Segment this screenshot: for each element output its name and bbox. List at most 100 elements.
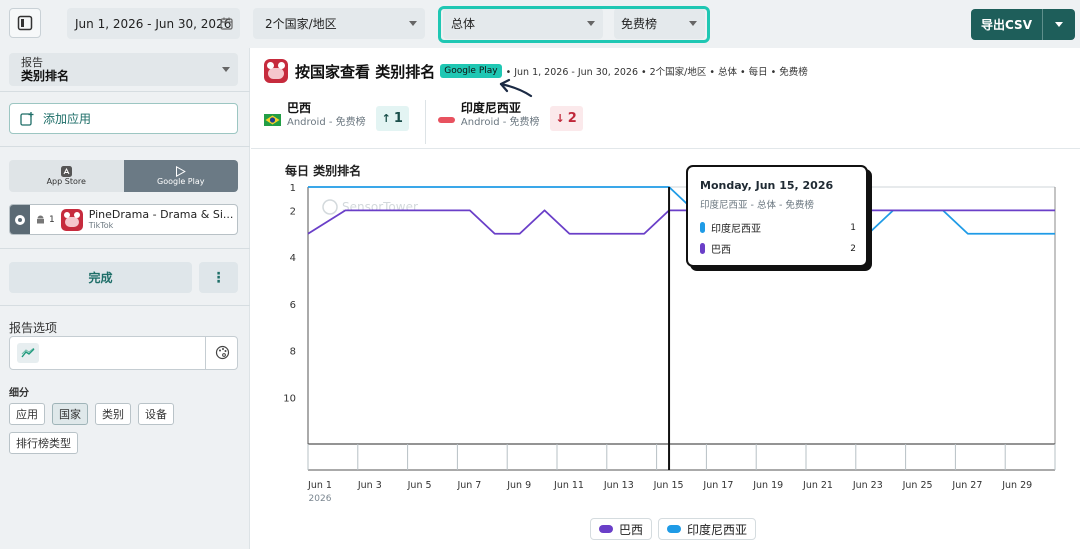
tooltip-subtitle: 印度尼西亚 - 总体 - 免费榜: [700, 200, 814, 211]
country-select-label: 2个国家/地区: [265, 17, 337, 31]
more-options-button[interactable]: ⋮: [199, 262, 238, 293]
x-tick-label: Jun 17: [702, 480, 733, 491]
country-summary-brazil[interactable]: 巴西 Android - 免费榜 ↑ 1: [264, 100, 425, 144]
tooltip-series-name: 巴西: [711, 245, 731, 256]
toggle-sidebar-button[interactable]: [9, 8, 41, 38]
sidebar-icon: [17, 15, 33, 31]
chevron-down-icon: [1055, 22, 1063, 27]
chart-container: 每日 类别排名 1 2 4 6 8 10 Jun 1 Jun 3 Jun 5 Jun 7 Jun 9 J…: [251, 149, 1080, 549]
rank-line-chart[interactable]: 每日 类别排名 1 2 4 6 8 10 Jun 1 Jun 3 Jun 5 Jun 7 Jun 9 J…: [251, 149, 1080, 509]
indonesia-flag-icon: [437, 117, 455, 123]
x-tick-label: Jun 3: [357, 480, 382, 491]
main-panel: 按国家查看 类别排名 Google Play • Jun 1, 2026 - J…: [251, 48, 1080, 549]
x-tick-label: Jun 27: [951, 480, 982, 491]
app-store-icon: [60, 166, 72, 177]
google-play-icon: [176, 166, 187, 177]
trend-line-button[interactable]: [17, 343, 39, 363]
series-line-brazil[interactable]: [307, 209, 1055, 235]
tab-google-play-label: Google Play: [157, 177, 205, 186]
app-icon: [60, 208, 83, 231]
add-app-button[interactable]: 添加应用: [9, 103, 238, 134]
chip-app[interactable]: 应用: [9, 403, 45, 425]
country-name: 印度尼西亚: [460, 101, 521, 115]
tab-app-store[interactable]: App Store: [9, 160, 124, 192]
divider: [0, 146, 250, 147]
divider: [205, 337, 206, 369]
brazil-flag-icon: [264, 114, 281, 126]
country-select[interactable]: 2个国家/地区: [253, 8, 425, 39]
page-title: 按国家查看 类别排名: [295, 62, 436, 81]
chip-category[interactable]: 类别: [95, 403, 131, 425]
report-select[interactable]: 报告 类别排名: [9, 53, 238, 86]
x-tick-label: Jun 13: [603, 480, 634, 491]
chart-legend: 巴西 印度尼西亚: [590, 518, 757, 540]
tooltip-series-value: 1: [850, 222, 856, 233]
y-tick-label: 1: [290, 183, 296, 194]
date-range-label: Jun 1, 2026 - Jun 30, 2026: [75, 16, 232, 31]
series-swatch: [700, 222, 705, 233]
calendar-icon: [220, 17, 233, 30]
tooltip-series-value: 2: [850, 243, 856, 254]
date-range-picker[interactable]: Jun 1, 2026 - Jun 30, 2026: [67, 8, 240, 39]
y-tick-label: 10: [283, 393, 296, 404]
top-toolbar: Jun 1, 2026 - Jun 30, 2026 2个国家/地区 总体 免费…: [0, 0, 1080, 48]
chart-title: 每日 类别排名: [285, 163, 361, 178]
y-tick-label: 4: [290, 253, 296, 264]
legend-label: 巴西: [619, 522, 644, 537]
country-name: 巴西: [287, 101, 312, 115]
legend-label: 印度尼西亚: [687, 522, 748, 537]
tooltip-row: 印度尼西亚 1: [700, 220, 856, 235]
tab-google-play[interactable]: Google Play: [123, 160, 238, 192]
export-dropdown-button[interactable]: [1043, 22, 1075, 27]
series-swatch: [667, 525, 682, 533]
chip-device[interactable]: 设备: [138, 403, 174, 425]
x-tick-label: Jun 19: [752, 480, 783, 491]
report-select-value: 类别排名: [21, 69, 70, 83]
app-radio[interactable]: [10, 205, 30, 234]
palette-button[interactable]: [215, 345, 230, 364]
arrow-down-icon: ↓: [555, 112, 565, 125]
legend-item-brazil[interactable]: 巴西: [590, 518, 653, 540]
segment-title: 细分: [9, 388, 29, 399]
x-tick-label: Jun 15: [653, 480, 684, 491]
add-app-label: 添加应用: [43, 112, 92, 126]
x-tick-year-label: 2026: [309, 494, 332, 504]
highlight-annotation-box: [438, 6, 710, 43]
country-summary-indonesia[interactable]: 印度尼西亚 Android - 免费榜 ↓ 2: [437, 100, 599, 144]
x-tick-label: Jun 1: [307, 480, 332, 491]
divider: [424, 100, 426, 144]
report-options-title: 报告选项: [9, 321, 58, 335]
chip-country[interactable]: 国家: [52, 403, 88, 425]
watermark-logo: [322, 199, 338, 215]
x-tick-label: Jun 11: [553, 480, 584, 491]
trend-line-icon: [21, 348, 35, 358]
tooltip-row: 巴西 2: [700, 241, 856, 256]
x-tick-label: Jun 9: [506, 480, 531, 491]
x-tick-label: Jun 5: [407, 480, 432, 491]
chip-chart-type[interactable]: 排行榜类型: [9, 432, 78, 454]
country-summary: 巴西 Android - 免费榜 ↑ 1 印度尼西亚 Android - 免费榜…: [264, 100, 599, 144]
export-csv-button[interactable]: 导出CSV: [971, 9, 1075, 40]
tooltip-date: Monday, Jun 15, 2026: [700, 179, 834, 192]
divider: [0, 248, 250, 249]
add-app-icon: [20, 111, 34, 126]
watermark-text: SensorTower: [342, 200, 418, 214]
legend-item-indonesia[interactable]: 印度尼西亚: [658, 518, 757, 540]
export-csv-label: 导出CSV: [981, 18, 1032, 32]
x-tick-label: Jun 7: [456, 480, 481, 491]
tooltip-series-name: 印度尼西亚: [711, 224, 761, 235]
divider: [0, 91, 250, 92]
selected-app-card[interactable]: 1 PineDrama - Drama & Si... TikTok: [9, 204, 238, 235]
tab-app-store-label: App Store: [46, 177, 86, 186]
x-tick-label: Jun 23: [852, 480, 883, 491]
report-header: 按国家查看 类别排名 Google Play • Jun 1, 2026 - J…: [264, 59, 808, 83]
divider: [0, 305, 250, 306]
done-button[interactable]: 完成: [9, 262, 192, 293]
app-publisher: TikTok: [88, 220, 114, 230]
app-rank: 1: [49, 214, 55, 225]
x-tick-label: Jun 25: [902, 480, 933, 491]
report-meta: • Jun 1, 2026 - Jun 30, 2026 • 2个国家/地区 •…: [505, 67, 808, 78]
rank-change-badge: ↑ 1: [375, 106, 409, 131]
y-tick-label: 2: [290, 206, 296, 217]
y-tick-label: 8: [290, 347, 296, 358]
